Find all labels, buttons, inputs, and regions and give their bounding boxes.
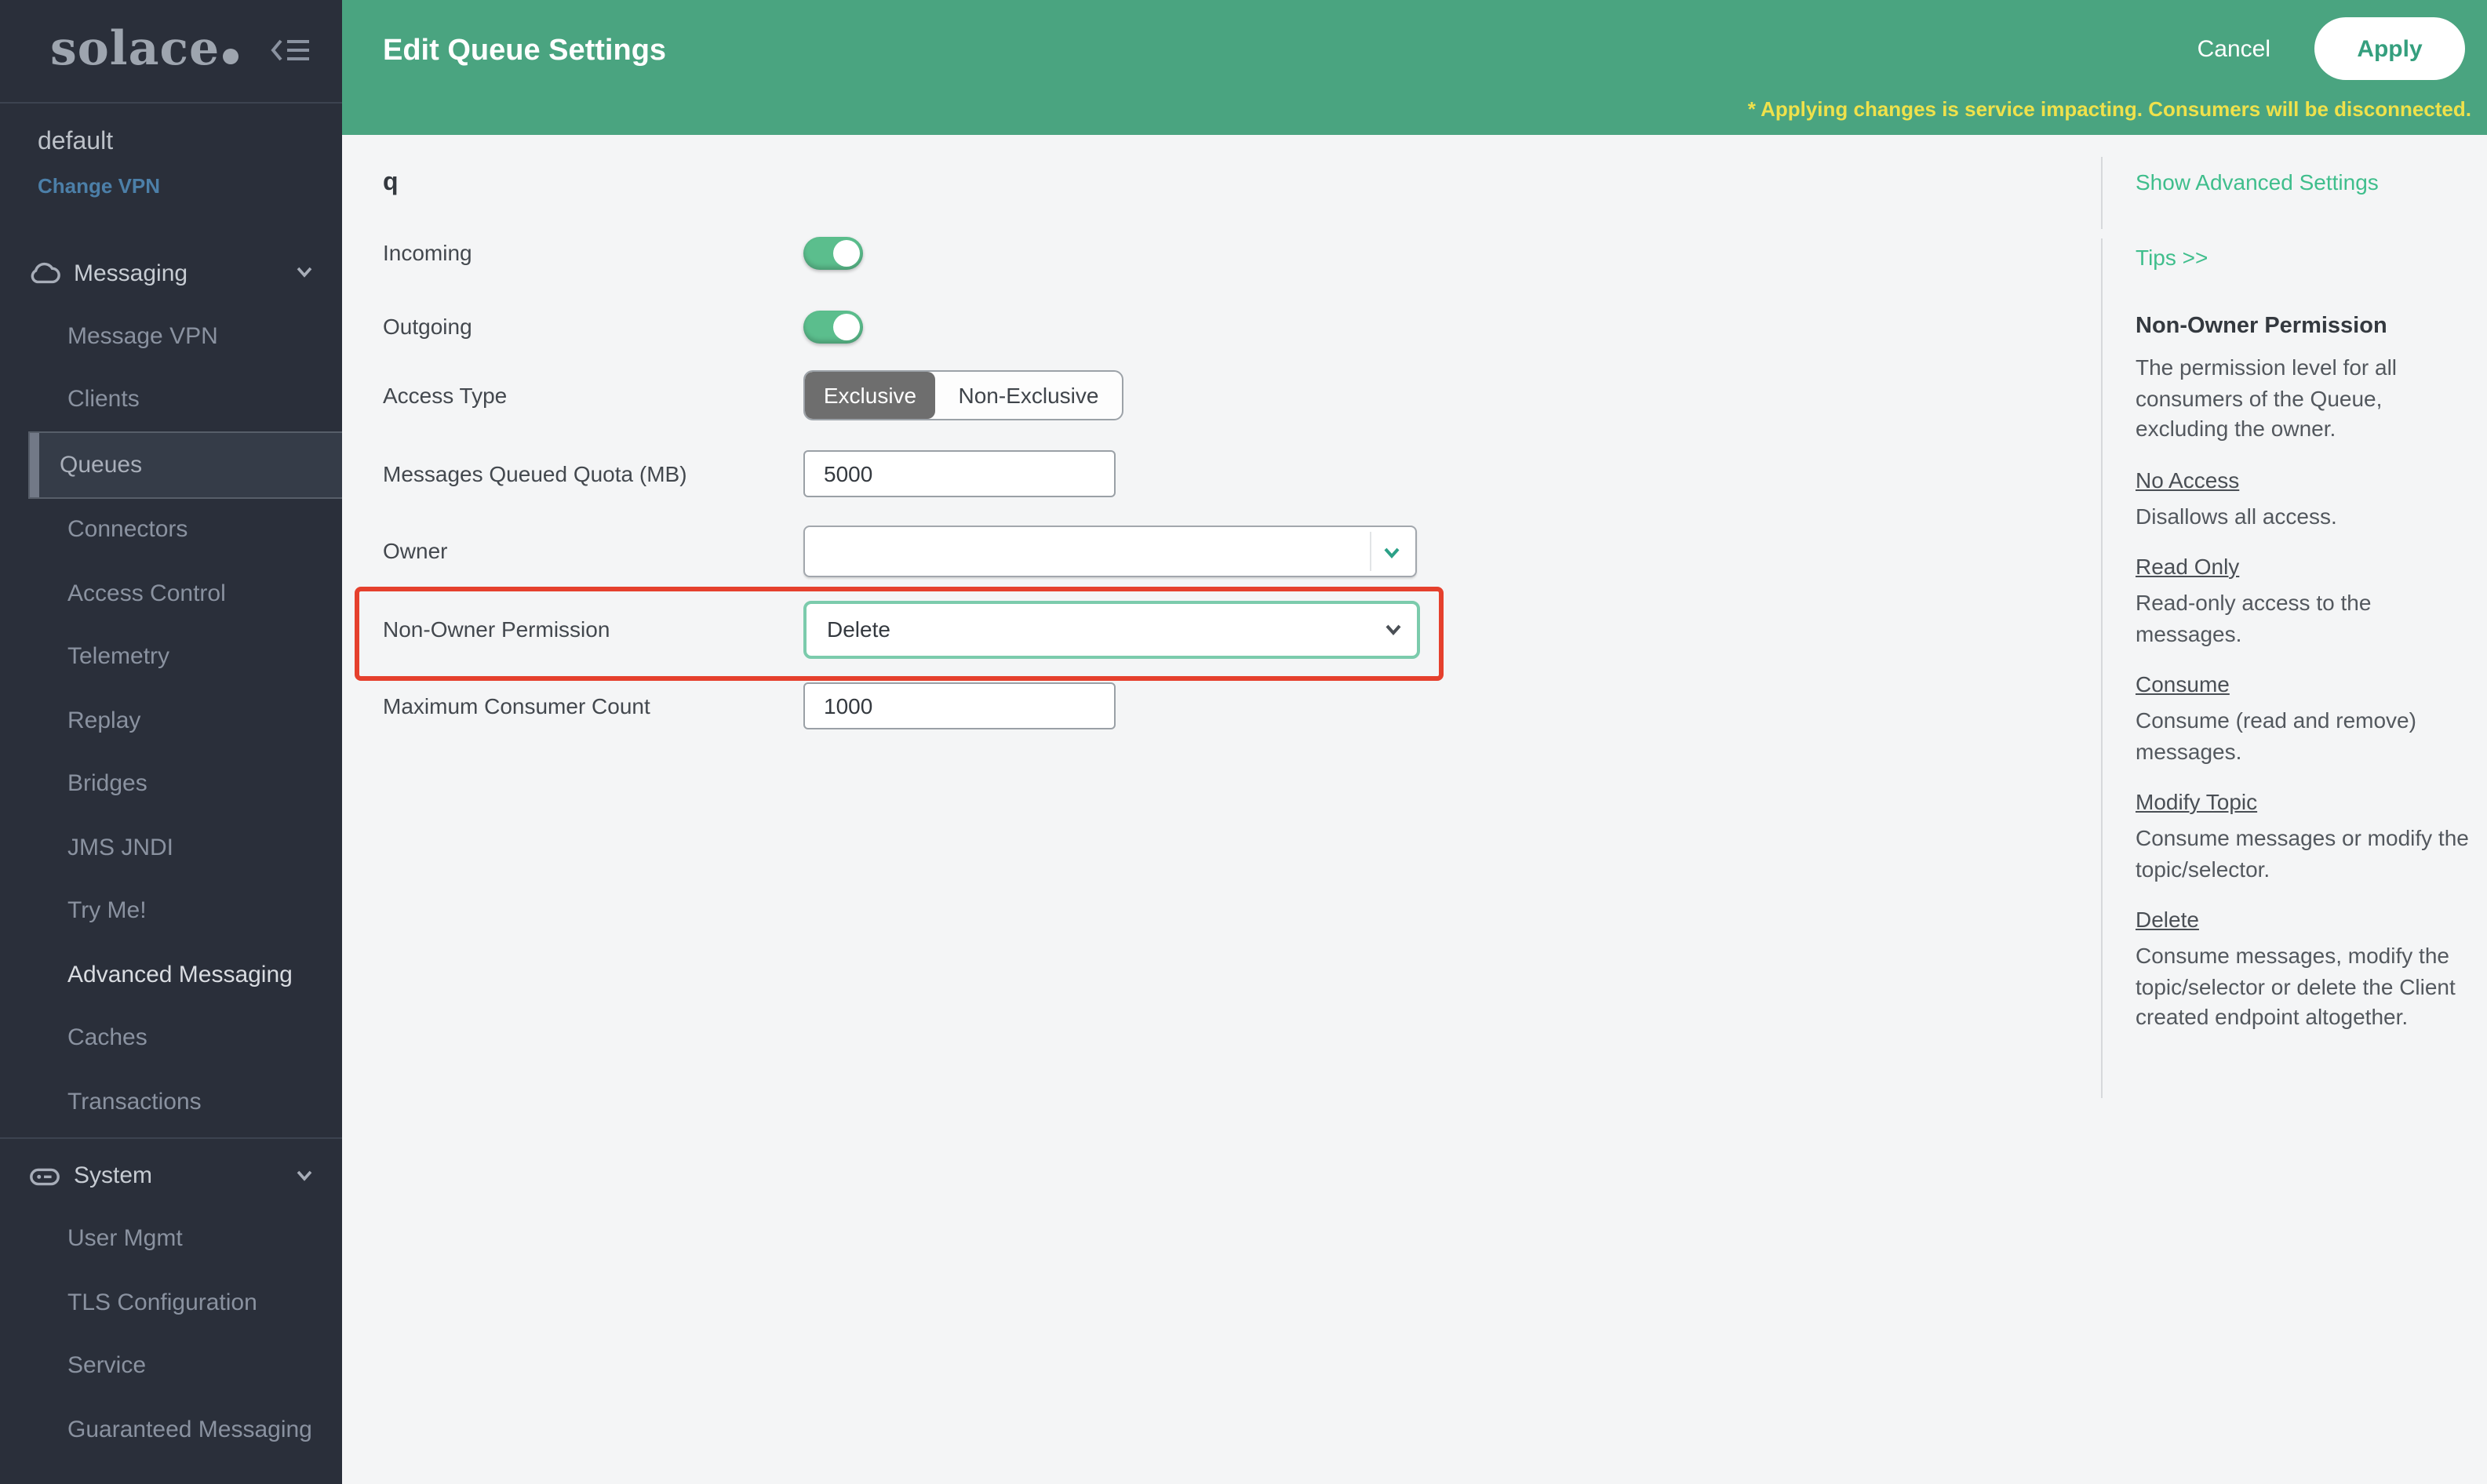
sidebar-item-jms-jndi[interactable]: JMS JNDI (0, 816, 342, 879)
tip-entry-delete: Delete Consume messages, modify the topi… (2136, 907, 2471, 1033)
quota-label: Messages Queued Quota (MB) (383, 461, 803, 486)
sidebar-item-access-control[interactable]: Access Control (0, 562, 342, 625)
access-type-row: Access Type Exclusive Non-Exclusive (383, 369, 1123, 422)
outgoing-row: Outgoing (383, 300, 863, 353)
non-owner-permission-dropdown[interactable]: Delete (803, 600, 1420, 658)
sidebar-item-service[interactable]: Service (0, 1334, 342, 1398)
toggle-knob (833, 313, 860, 340)
panel-divider (2101, 238, 2103, 1098)
change-vpn-link[interactable]: Change VPN (38, 174, 342, 198)
sidebar-item-clients[interactable]: Clients (0, 368, 342, 431)
sidebar-logo-block: solace (0, 0, 342, 104)
consume-link[interactable]: Consume (2136, 671, 2230, 697)
access-type-option-non-exclusive[interactable]: Non-Exclusive (935, 372, 1122, 419)
current-vpn-name: default (38, 129, 342, 157)
nav-section-label: System (74, 1162, 152, 1189)
sidebar-collapse-button[interactable] (270, 35, 311, 66)
cancel-button[interactable]: Cancel (2198, 35, 2270, 62)
chevron-down-icon (295, 262, 314, 281)
delete-link[interactable]: Delete (2136, 907, 2199, 932)
max-consumer-input[interactable] (803, 682, 1116, 729)
sidebar-item-transactions[interactable]: Transactions (0, 1070, 342, 1133)
sidebar-item-telemetry[interactable]: Telemetry (0, 625, 342, 689)
owner-label: Owner (383, 538, 803, 563)
page-header: Edit Queue Settings Cancel Apply * Apply… (342, 0, 2487, 135)
nav-section-label: Messaging (74, 260, 188, 286)
modify-topic-link[interactable]: Modify Topic (2136, 789, 2257, 814)
apply-button[interactable]: Apply (2314, 17, 2465, 80)
consume-description: Consume (read and remove) messages. (2136, 706, 2471, 767)
sidebar-item-guaranteed-messaging[interactable]: Guaranteed Messaging (0, 1398, 342, 1461)
sidebar-item-bridges[interactable]: Bridges (0, 752, 342, 816)
service-impact-warning: * Applying changes is service impacting.… (1748, 97, 2471, 121)
quota-input[interactable] (803, 450, 1116, 497)
page-title: Edit Queue Settings (383, 0, 666, 104)
non-owner-permission-value: Delete (807, 617, 890, 642)
no-access-link[interactable]: No Access (2136, 467, 2239, 492)
logo-text: solace (50, 22, 220, 77)
read-only-description: Read-only access to the messages. (2136, 588, 2471, 649)
sidebar-item-queues[interactable]: Queues (28, 431, 342, 498)
access-type-option-exclusive[interactable]: Exclusive (805, 372, 935, 419)
no-access-description: Disallows all access. (2136, 501, 2471, 532)
sidebar-item-tls-configuration[interactable]: TLS Configuration (0, 1271, 342, 1334)
app-window: solace default Change VPN Messaging (0, 0, 2487, 1484)
max-consumer-row: Maximum Consumer Count (383, 679, 1116, 733)
incoming-row: Incoming (383, 226, 863, 279)
header-actions: Cancel Apply (2198, 17, 2465, 80)
access-type-segmented-control: Exclusive Non-Exclusive (803, 370, 1123, 420)
dropdown-separator (1370, 531, 1371, 570)
sidebar-divider (0, 1137, 342, 1138)
owner-dropdown[interactable] (803, 525, 1417, 577)
sidebar-item-try-me[interactable]: Try Me! (0, 879, 342, 943)
sidebar-nav: Messaging Message VPN Clients Queues Con… (0, 242, 342, 1461)
sidebar-item-message-vpn[interactable]: Message VPN (0, 304, 342, 368)
sidebar-item-connectors[interactable]: Connectors (0, 498, 342, 562)
nav-section-system[interactable]: System (0, 1144, 342, 1207)
quota-row: Messages Queued Quota (MB) (383, 447, 1116, 500)
sidebar-item-advanced-messaging[interactable]: Advanced Messaging (0, 943, 342, 1006)
sidebar: solace default Change VPN Messaging (0, 0, 342, 1484)
nav-section-messaging[interactable]: Messaging (0, 242, 342, 304)
sidebar-item-user-mgmt[interactable]: User Mgmt (0, 1207, 342, 1271)
sidebar-item-caches[interactable]: Caches (0, 1006, 342, 1070)
outgoing-toggle[interactable] (803, 310, 863, 343)
tip-entry-consume: Consume Consume (read and remove) messag… (2136, 671, 2471, 767)
tips-content: Non-Owner Permission The permission leve… (2136, 314, 2471, 1055)
logo-dot-icon (223, 49, 239, 64)
tip-entry-modify-topic: Modify Topic Consume messages or modify … (2136, 789, 2471, 885)
queue-name: q (383, 169, 399, 198)
incoming-label: Incoming (383, 240, 803, 265)
tip-heading: Non-Owner Permission (2136, 314, 2471, 339)
non-owner-permission-row: Non-Owner Permission Delete (383, 602, 1420, 656)
solace-logo: solace (50, 22, 239, 77)
max-consumer-label: Maximum Consumer Count (383, 693, 803, 718)
cloud-icon (28, 260, 61, 286)
incoming-toggle[interactable] (803, 236, 863, 269)
chevron-down-icon (1381, 540, 1403, 562)
access-type-label: Access Type (383, 383, 803, 408)
toggle-knob (833, 239, 860, 266)
read-only-link[interactable]: Read Only (2136, 554, 2239, 579)
chevron-down-icon (295, 1165, 314, 1184)
tip-entry-read-only: Read Only Read-only access to the messag… (2136, 554, 2471, 649)
system-hardware-icon (28, 1163, 61, 1188)
tips-link[interactable]: Tips >> (2136, 245, 2208, 270)
vpn-block: default Change VPN (0, 104, 342, 242)
chevron-down-icon (1382, 617, 1404, 639)
delete-description: Consume messages, modify the topic/selec… (2136, 941, 2471, 1033)
panel-divider (2101, 157, 2103, 229)
tips-panel: Show Advanced Settings Tips >> Non-Owner… (2101, 135, 2487, 1484)
show-advanced-settings-link[interactable]: Show Advanced Settings (2136, 169, 2379, 195)
non-owner-permission-label: Non-Owner Permission (383, 617, 803, 642)
sidebar-item-replay[interactable]: Replay (0, 689, 342, 752)
outgoing-label: Outgoing (383, 314, 803, 339)
modify-topic-description: Consume messages or modify the topic/sel… (2136, 824, 2471, 885)
owner-row: Owner (383, 524, 1417, 577)
tip-entry-no-access: No Access Disallows all access. (2136, 467, 2471, 532)
tip-description: The permission level for all consumers o… (2136, 353, 2471, 445)
collapse-sidebar-icon (270, 35, 311, 66)
